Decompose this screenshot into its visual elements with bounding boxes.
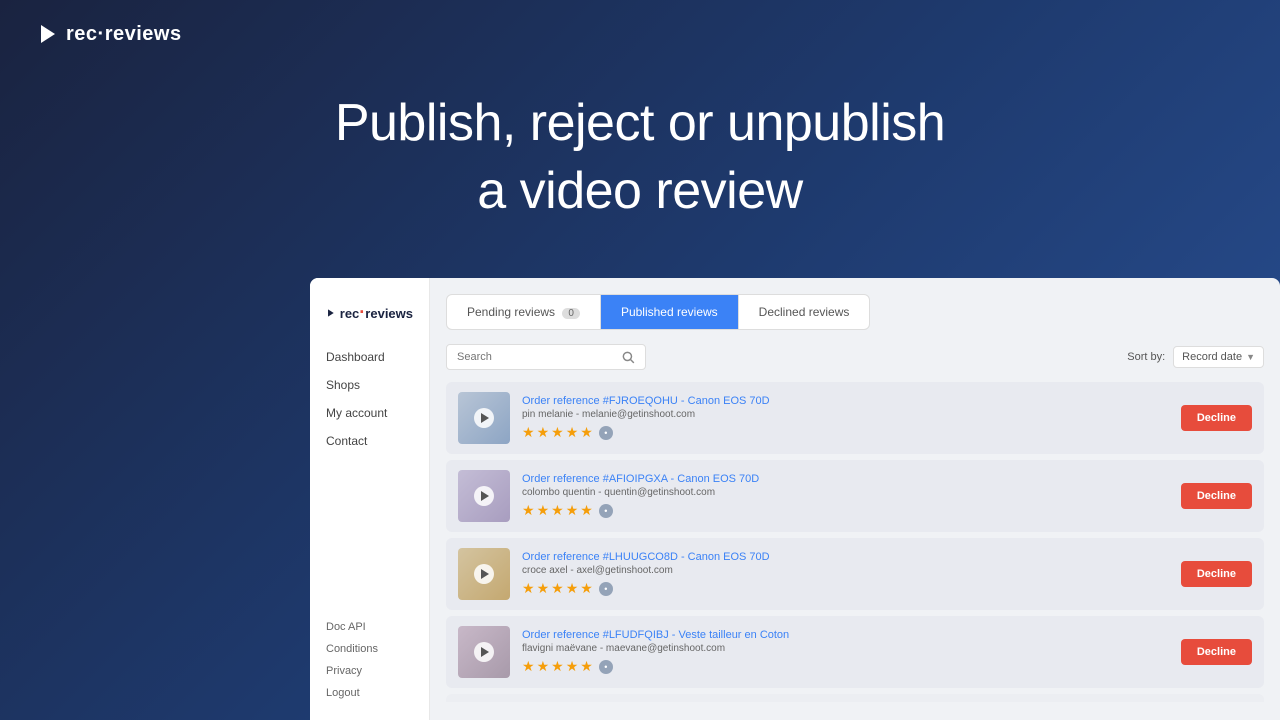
tab-declined[interactable]: Declined reviews [739,295,870,329]
sidebar-item-contact[interactable]: Contact [322,427,417,455]
decline-button[interactable]: Decline [1181,483,1252,509]
play-triangle-icon [481,647,489,657]
play-button[interactable] [474,486,494,506]
search-box[interactable] [446,344,646,370]
tab-pending[interactable]: Pending reviews 0 [447,295,601,329]
review-thumbnail[interactable] [458,470,510,522]
sidebar-logo: rec·reviews [310,294,429,343]
decline-button[interactable]: Decline [1181,639,1252,665]
sort-value: Record date [1182,351,1242,363]
star-2: ★ [537,658,550,675]
review-thumbnail[interactable] [458,548,510,600]
star-rating: ★ ★ ★ ★ ★ • [522,580,1169,597]
sidebar-item-conditions[interactable]: Conditions [322,638,418,660]
review-order: Order reference #AFIOIPGXA - Canon EOS 7… [522,473,1169,485]
top-bar: rec·reviews [0,0,1280,68]
play-button[interactable] [474,642,494,662]
sidebar-nav: Dashboard Shops My account Contact [310,343,429,455]
star-5: ★ [580,658,593,675]
review-thumbnail[interactable] [458,392,510,444]
info-icon[interactable]: • [599,660,613,674]
review-card: Order reference #AFIOIPGXA - Canon EOS 7… [446,460,1264,532]
sidebar-logo-icon [326,306,336,320]
star-2: ★ [537,580,550,597]
sidebar-item-logout[interactable]: Logout [322,682,418,704]
review-customer: pin melanie - melanie@getinshoot.com [522,409,1169,420]
star-4: ★ [566,502,579,519]
play-triangle-icon [481,569,489,579]
tab-published[interactable]: Published reviews [601,295,739,329]
hero-title: Publish, reject or unpublish a video rev… [0,90,1280,225]
star-5: ★ [580,424,593,441]
hero-section: Publish, reject or unpublish a video rev… [0,90,1280,225]
sort-control: Sort by: Record date ▼ [1127,346,1264,368]
play-button[interactable] [474,408,494,428]
review-card [446,694,1264,702]
star-1: ★ [522,580,535,597]
review-info: Order reference #FJROEQOHU - Canon EOS 7… [522,395,1169,441]
pending-badge: 0 [562,308,580,319]
info-icon[interactable]: • [599,426,613,440]
star-5: ★ [580,502,593,519]
logo-text: rec·reviews [66,23,182,46]
sort-arrow: ▼ [1246,352,1255,362]
info-icon[interactable]: • [599,582,613,596]
review-thumbnail[interactable] [458,626,510,678]
review-card: Order reference #FJROEQOHU - Canon EOS 7… [446,382,1264,454]
star-4: ★ [566,658,579,675]
review-order: Order reference #LHUUGCO8D - Canon EOS 7… [522,551,1169,563]
play-triangle-icon [481,413,489,423]
sidebar-item-myaccount[interactable]: My account [322,399,417,427]
sidebar: rec·reviews Dashboard Shops My account C… [310,278,430,720]
review-card: Order reference #LFUDFQIBJ - Veste taill… [446,616,1264,688]
sidebar-item-privacy[interactable]: Privacy [322,660,418,682]
star-rating: ★ ★ ★ ★ ★ • [522,658,1169,675]
star-5: ★ [580,580,593,597]
star-1: ★ [522,658,535,675]
reviews-list: Order reference #FJROEQOHU - Canon EOS 7… [446,382,1264,702]
sidebar-logo-text: rec·reviews [340,302,413,323]
sidebar-item-dashboard[interactable]: Dashboard [322,343,417,371]
info-icon[interactable]: • [599,504,613,518]
star-rating: ★ ★ ★ ★ ★ • [522,424,1169,441]
decline-button[interactable]: Decline [1181,561,1252,587]
review-order: Order reference #LFUDFQIBJ - Veste taill… [522,629,1169,641]
tabs-bar: Pending reviews 0 Published reviews Decl… [446,294,870,330]
review-info: Order reference #AFIOIPGXA - Canon EOS 7… [522,473,1169,519]
star-3: ★ [551,502,564,519]
search-icon [621,350,635,364]
decline-button[interactable]: Decline [1181,405,1252,431]
review-customer: flavigni maëvane - maevane@getinshoot.co… [522,643,1169,654]
star-3: ★ [551,658,564,675]
sidebar-item-docapi[interactable]: Doc API [322,616,418,638]
review-customer: colombo quentin - quentin@getinshoot.com [522,487,1169,498]
main-content: Pending reviews 0 Published reviews Decl… [430,278,1280,720]
review-info: Order reference #LFUDFQIBJ - Veste taill… [522,629,1169,675]
star-rating: ★ ★ ★ ★ ★ • [522,502,1169,519]
logo-play-icon [36,22,60,46]
star-3: ★ [551,424,564,441]
sidebar-item-shops[interactable]: Shops [322,371,417,399]
play-button[interactable] [474,564,494,584]
search-input[interactable] [457,351,615,363]
review-customer: croce axel - axel@getinshoot.com [522,565,1169,576]
star-1: ★ [522,502,535,519]
review-card: Order reference #LHUUGCO8D - Canon EOS 7… [446,538,1264,610]
logo: rec·reviews [36,22,182,46]
star-2: ★ [537,502,550,519]
sidebar-footer: Doc API Conditions Privacy Logout [310,616,430,720]
star-3: ★ [551,580,564,597]
sort-select[interactable]: Record date ▼ [1173,346,1264,368]
play-triangle-icon [481,491,489,501]
star-1: ★ [522,424,535,441]
star-4: ★ [566,580,579,597]
review-order: Order reference #FJROEQOHU - Canon EOS 7… [522,395,1169,407]
star-2: ★ [537,424,550,441]
sort-label: Sort by: [1127,351,1165,363]
review-info: Order reference #LHUUGCO8D - Canon EOS 7… [522,551,1169,597]
controls-bar: Sort by: Record date ▼ [446,344,1264,370]
app-window: rec·reviews Dashboard Shops My account C… [310,278,1280,720]
star-4: ★ [566,424,579,441]
